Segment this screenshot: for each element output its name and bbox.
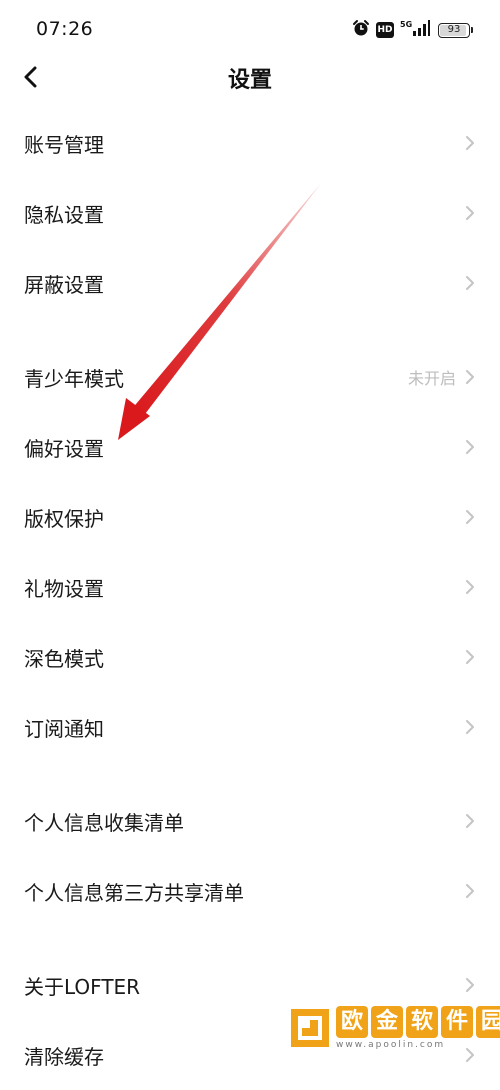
- status-icons: HD 5G 93: [352, 19, 473, 41]
- page-title: 设置: [227, 68, 272, 93]
- watermark-char: 园: [476, 1006, 500, 1038]
- chevron-right-icon: [464, 976, 476, 994]
- alarm-icon: [352, 19, 370, 41]
- chevron-right-icon: [464, 274, 476, 292]
- row-label: 订阅通知: [24, 716, 104, 741]
- row-label: 个人信息第三方共享清单: [24, 880, 244, 905]
- row-label: 礼物设置: [24, 576, 104, 601]
- chevron-right-icon: [464, 882, 476, 900]
- status-time: 07:26: [36, 18, 94, 40]
- chevron-right-icon: [464, 508, 476, 526]
- chevron-right-icon: [464, 204, 476, 222]
- status-bar: 07:26 HD 5G 93: [0, 0, 500, 60]
- watermark-char: 欧: [336, 1006, 368, 1038]
- row-gift-settings[interactable]: 礼物设置: [0, 552, 500, 622]
- chevron-right-icon: [464, 648, 476, 666]
- row-label: 屏蔽设置: [24, 272, 104, 297]
- signal-5g-icon: 5G: [400, 19, 430, 41]
- row-label: 版权保护: [24, 506, 104, 531]
- nav-bar: 设置: [0, 52, 500, 102]
- battery-icon: 93: [438, 22, 473, 38]
- row-preference-settings[interactable]: 偏好设置: [0, 412, 500, 482]
- row-label: 偏好设置: [24, 436, 104, 461]
- group-divider: [0, 318, 500, 342]
- row-label: 关于LOFTER: [24, 974, 141, 999]
- chevron-right-icon: [464, 438, 476, 456]
- teen-mode-status: 未开启: [407, 369, 456, 388]
- chevron-right-icon: [464, 578, 476, 596]
- group-divider: [0, 926, 500, 950]
- row-account-management[interactable]: 账号管理: [0, 108, 500, 178]
- row-label: 个人信息收集清单: [24, 810, 184, 835]
- settings-list: 账号管理 隐私设置 屏蔽设置 青少年模式 未开启 偏好设置 版权保护 礼物设置 …: [0, 108, 500, 1090]
- chevron-right-icon: [464, 134, 476, 152]
- chevron-right-icon: [464, 718, 476, 736]
- row-third-party-sharing[interactable]: 个人信息第三方共享清单: [0, 856, 500, 926]
- row-label: 隐私设置: [24, 202, 104, 227]
- row-personal-info-collection[interactable]: 个人信息收集清单: [0, 786, 500, 856]
- row-subscription-notifications[interactable]: 订阅通知: [0, 692, 500, 762]
- watermark-text: 欧 金 软 件 园 www.apoolin.com: [336, 1006, 500, 1050]
- watermark-logo-icon: [291, 1009, 329, 1047]
- battery-level-text: 93: [447, 23, 461, 35]
- row-teen-mode[interactable]: 青少年模式 未开启: [0, 342, 500, 412]
- network-type-label: 5G: [400, 20, 412, 29]
- hd-icon: HD: [376, 22, 394, 38]
- watermark-chars: 欧 金 软 件 园: [336, 1006, 500, 1038]
- row-label: 账号管理: [24, 132, 104, 157]
- watermark-char: 件: [441, 1006, 473, 1038]
- watermark-url: www.apoolin.com: [336, 1040, 446, 1050]
- watermark-char: 软: [406, 1006, 438, 1038]
- watermark-char: 金: [371, 1006, 403, 1038]
- row-label: 深色模式: [24, 646, 104, 671]
- row-block-settings[interactable]: 屏蔽设置: [0, 248, 500, 318]
- watermark: 欧 金 软 件 园 www.apoolin.com: [290, 998, 500, 1058]
- chevron-right-icon: [464, 812, 476, 830]
- group-divider: [0, 762, 500, 786]
- row-copyright-protection[interactable]: 版权保护: [0, 482, 500, 552]
- row-dark-mode[interactable]: 深色模式: [0, 622, 500, 692]
- chevron-right-icon: [464, 368, 476, 386]
- row-privacy-settings[interactable]: 隐私设置: [0, 178, 500, 248]
- row-label: 青少年模式: [24, 366, 124, 391]
